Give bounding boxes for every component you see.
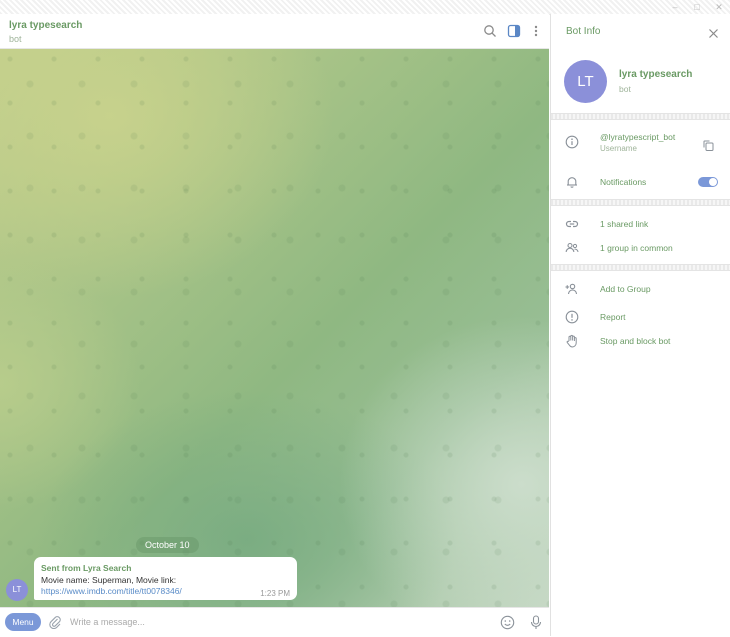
message-text: Movie name: Superman, Movie link: xyxy=(41,575,177,585)
panel-header: Bot Info xyxy=(551,14,730,48)
link-icon xyxy=(565,217,579,231)
toggle-knob xyxy=(709,178,717,186)
info-icon xyxy=(565,135,579,149)
shared-links-row[interactable]: 1 shared link xyxy=(551,216,730,232)
window-titlebar: – □ ✕ xyxy=(0,0,730,15)
message-sender: Sent from Lyra Search xyxy=(41,563,132,573)
notifications-row[interactable]: Notifications xyxy=(551,174,730,190)
profile-avatar[interactable]: LT xyxy=(564,60,607,103)
message-input-bar: Menu xyxy=(0,607,549,637)
profile-name: lyra typesearch xyxy=(619,69,693,80)
chat-area[interactable]: October 10 LT Sent from Lyra Search Movi… xyxy=(0,49,549,607)
add-to-group-row[interactable]: Add to Group xyxy=(551,281,730,297)
close-window-button[interactable]: ✕ xyxy=(708,1,730,13)
hand-stop-icon xyxy=(565,334,579,348)
notifications-toggle[interactable] xyxy=(698,177,718,187)
groups-common-row[interactable]: 1 group in common xyxy=(551,240,730,256)
notifications-label: Notifications xyxy=(600,177,647,187)
add-to-group-label: Add to Group xyxy=(600,284,651,294)
message-bubble[interactable]: Sent from Lyra Search Movie name: Superm… xyxy=(34,557,297,600)
chat-title[interactable]: lyra typesearch xyxy=(9,20,82,31)
username-label: Username xyxy=(600,144,637,153)
message-link[interactable]: https://www.imdb.com/title/tt0078346/ xyxy=(41,586,182,596)
users-icon xyxy=(565,241,579,255)
copy-icon[interactable] xyxy=(703,138,714,151)
shared-links-label: 1 shared link xyxy=(600,219,649,229)
username-row[interactable]: @lyratypescript_bot Username xyxy=(551,129,730,159)
emoji-icon[interactable] xyxy=(500,615,515,630)
minimize-button[interactable]: – xyxy=(664,1,686,13)
panel-title: Bot Info xyxy=(566,26,601,37)
section-divider xyxy=(551,113,730,120)
chat-subtitle: bot xyxy=(9,34,22,44)
report-row[interactable]: Report xyxy=(551,309,730,325)
attach-icon[interactable] xyxy=(48,615,62,630)
chat-wallpaper xyxy=(0,49,549,607)
profile-subtitle: bot xyxy=(619,84,631,94)
stop-block-label: Stop and block bot xyxy=(600,336,671,346)
section-divider xyxy=(551,199,730,206)
bot-info-panel: Bot Info LT lyra typesearch bot @lyratyp… xyxy=(550,14,730,636)
search-icon[interactable] xyxy=(483,24,497,38)
menu-button[interactable]: Menu xyxy=(5,613,41,631)
stop-block-row[interactable]: Stop and block bot xyxy=(551,333,730,349)
message-time: 1:23 PM xyxy=(260,589,290,598)
username-value: @lyratypescript_bot xyxy=(600,132,676,142)
groups-common-label: 1 group in common xyxy=(600,243,673,253)
date-separator: October 10 xyxy=(136,537,199,553)
chat-header[interactable]: lyra typesearch bot xyxy=(0,14,549,49)
microphone-icon[interactable] xyxy=(529,615,543,630)
close-icon[interactable] xyxy=(708,26,719,38)
more-icon[interactable] xyxy=(529,24,543,38)
message-input[interactable] xyxy=(70,614,480,630)
sidebar-toggle-icon[interactable] xyxy=(507,24,521,38)
report-icon xyxy=(565,310,579,324)
maximize-button[interactable]: □ xyxy=(686,1,708,13)
add-user-icon xyxy=(565,282,579,296)
report-label: Report xyxy=(600,312,626,322)
section-divider xyxy=(551,264,730,271)
sender-avatar[interactable]: LT xyxy=(6,579,28,601)
bell-icon xyxy=(565,175,579,189)
